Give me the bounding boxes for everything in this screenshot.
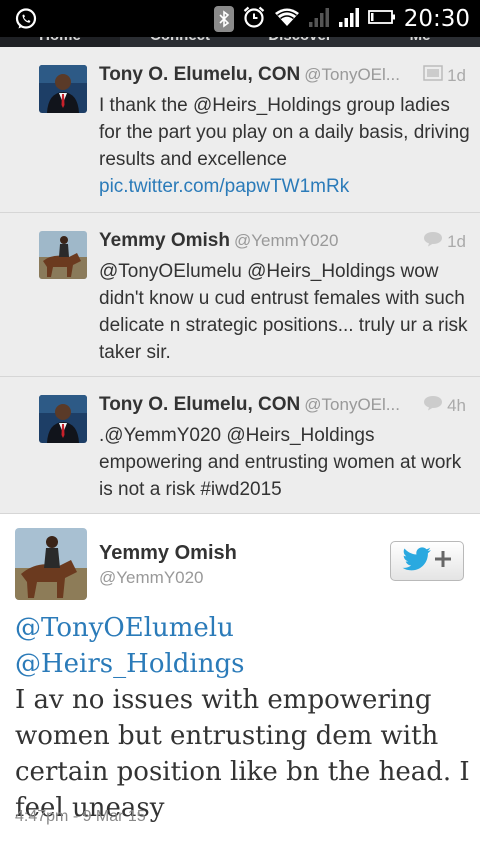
tweet-age: 1d xyxy=(447,231,466,251)
conversation-icon xyxy=(423,395,443,416)
author-handle[interactable]: @TonyOEl... xyxy=(304,65,400,84)
battery-icon xyxy=(367,9,396,30)
tweet-link[interactable]: pic.twitter.com/papwTW1mRk xyxy=(99,176,349,197)
wifi-icon xyxy=(274,6,300,33)
photo-icon xyxy=(423,65,443,86)
timeline-tweet[interactable]: Tony O. Elumelu, CON @TonyOEl... 1d I tha… xyxy=(0,47,480,213)
avatar[interactable] xyxy=(39,231,87,279)
conversation-icon xyxy=(423,231,443,252)
tab-connect[interactable]: Connect xyxy=(120,37,240,47)
tab-home[interactable]: Home xyxy=(0,37,120,47)
clock-time: 20:30 xyxy=(403,6,470,32)
bluetooth-icon xyxy=(213,6,234,32)
author-handle[interactable]: @YemmY020 xyxy=(234,231,339,250)
conversation-timeline: Tony O. Elumelu, CON @TonyOEl... 1d I tha… xyxy=(0,47,480,514)
tweet-detail: Yemmy Omish @YemmY020 @TonyOElumelu @Hei… xyxy=(0,514,480,854)
plus-icon xyxy=(434,550,452,573)
status-bar: 20:30 xyxy=(0,0,480,37)
author-name[interactable]: Yemmy Omish xyxy=(99,230,230,251)
tweet-text: I thank the @Heirs_Holdings group ladies… xyxy=(99,95,470,197)
tweet-mentions[interactable]: @TonyOElumelu @Heirs_Holdings xyxy=(15,610,470,682)
timeline-tweet[interactable]: Yemmy Omish @YemmY020 1d @TonyOElumelu @H… xyxy=(0,213,480,377)
tweet-timestamp: 4:47pm - 9 Mar 15 xyxy=(15,808,146,825)
author-handle[interactable]: @YemmY020 xyxy=(99,568,204,588)
tweet-body: @TonyOElumelu @Heirs_Holdings I av no is… xyxy=(15,610,470,826)
author-name[interactable]: Tony O. Elumelu, CON xyxy=(99,394,300,415)
author-handle[interactable]: @TonyOEl... xyxy=(304,395,400,414)
avatar[interactable] xyxy=(15,528,87,600)
signal-icon xyxy=(308,6,330,33)
author-name[interactable]: Yemmy Omish xyxy=(99,542,237,565)
whatsapp-icon xyxy=(14,7,38,36)
avatar[interactable] xyxy=(39,65,87,113)
tab-bar: Home Connect Discover Me xyxy=(0,37,480,47)
avatar[interactable] xyxy=(39,395,87,443)
tab-discover[interactable]: Discover xyxy=(240,37,360,47)
tweet-text: @TonyOElumelu @Heirs_Holdings wow didn't… xyxy=(99,261,468,363)
tweet-age: 4h xyxy=(447,395,466,415)
tweet-text: I av no issues with empowering women but… xyxy=(15,685,470,823)
follow-button[interactable] xyxy=(390,541,464,581)
alarm-icon xyxy=(242,5,266,34)
signal-icon xyxy=(338,6,360,33)
tab-me[interactable]: Me xyxy=(360,37,480,47)
author-name[interactable]: Tony O. Elumelu, CON xyxy=(99,64,300,85)
timeline-tweet[interactable]: Tony O. Elumelu, CON @TonyOEl... 4h .@Yem… xyxy=(0,377,480,514)
twitter-bird-icon xyxy=(402,546,432,576)
tweet-age: 1d xyxy=(447,65,466,85)
tweet-text: .@YemmY020 @Heirs_Holdings empowering an… xyxy=(99,425,462,500)
